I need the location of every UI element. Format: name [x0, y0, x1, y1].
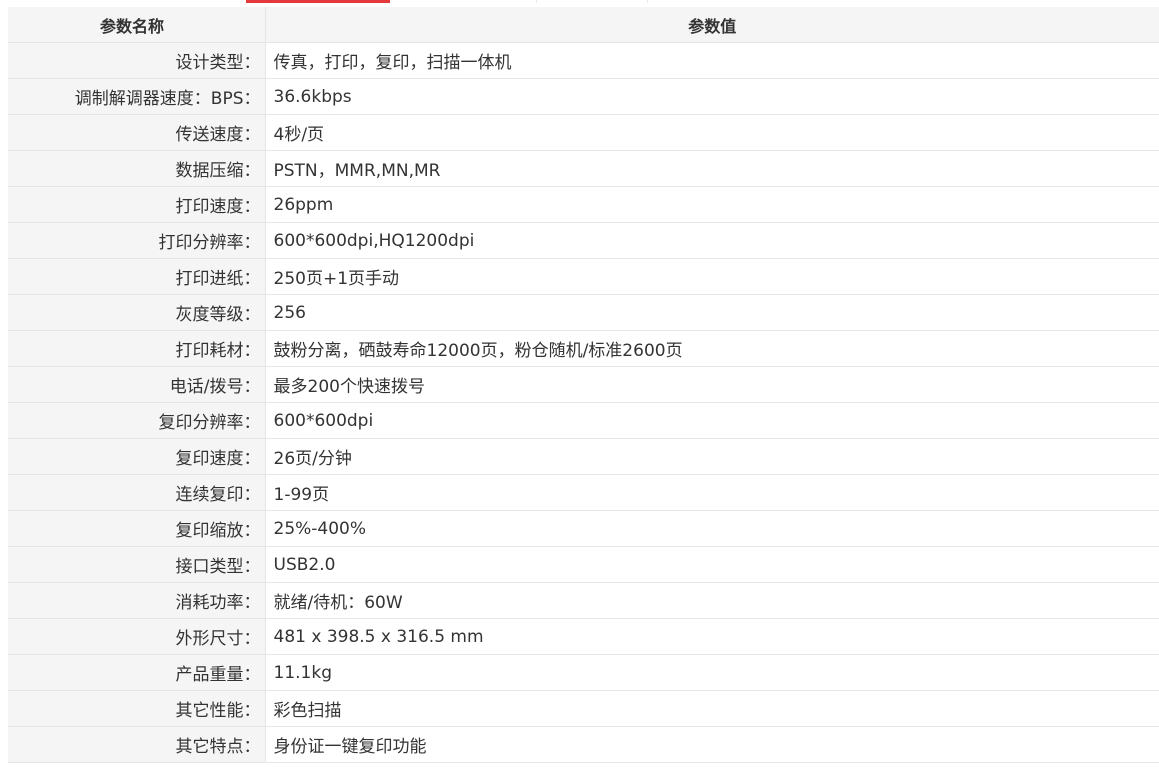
spec-label: 调制解调器速度：BPS：: [8, 78, 266, 115]
table-row: 打印速度： 26ppm: [8, 186, 1159, 223]
spec-value: PSTN，MMR,MN,MR: [265, 150, 1159, 187]
spec-value: USB2.0: [265, 546, 1159, 583]
spec-value: 481 x 398.5 x 316.5 mm: [265, 618, 1159, 655]
spec-label: 打印分辨率：: [8, 222, 266, 259]
spec-label: 外形尺寸：: [8, 618, 266, 655]
spec-value: 256: [265, 294, 1159, 331]
spec-value: 26页/分钟: [265, 438, 1159, 475]
spec-label: 复印速度：: [8, 438, 266, 475]
spec-table: 参数名称 参数值 设计类型： 传真，打印，复印，扫描一体机 调制解调器速度：BPS…: [8, 7, 1159, 763]
table-row: 产品重量： 11.1kg: [8, 654, 1159, 691]
spec-value: 600*600dpi,HQ1200dpi: [265, 222, 1159, 259]
table-row: 灰度等级： 256: [8, 294, 1159, 331]
spec-value: 1-99页: [265, 474, 1159, 511]
spec-label: 传送速度：: [8, 114, 266, 151]
spec-label: 消耗功率：: [8, 582, 266, 619]
spec-label: 产品重量：: [8, 654, 266, 691]
spec-label: 打印耗材：: [8, 330, 266, 367]
spec-label: 复印缩放：: [8, 510, 266, 547]
table-row: 其它性能： 彩色扫描: [8, 690, 1159, 727]
spec-label: 接口类型：: [8, 546, 266, 583]
tab-strip: [0, 0, 1159, 4]
table-row: 传送速度： 4秒/页: [8, 114, 1159, 151]
table-header-row: 参数名称 参数值: [8, 7, 1159, 43]
table-row: 打印进纸： 250页+1页手动: [8, 258, 1159, 295]
spec-value: 4秒/页: [265, 114, 1159, 151]
table-row: 调制解调器速度：BPS： 36.6kbps: [8, 78, 1159, 115]
param-name-header: 参数名称: [8, 7, 266, 43]
table-row: 数据压缩： PSTN，MMR,MN,MR: [8, 150, 1159, 187]
table-row: 其它特点： 身份证一键复印功能: [8, 726, 1159, 763]
spec-table-body: 设计类型： 传真，打印，复印，扫描一体机 调制解调器速度：BPS： 36.6kbps…: [8, 42, 1159, 763]
spec-label: 数据压缩：: [8, 150, 266, 187]
table-row: 接口类型： USB2.0: [8, 546, 1159, 583]
table-row: 连续复印： 1-99页: [8, 474, 1159, 511]
spec-label: 其它特点：: [8, 726, 266, 763]
spec-label: 连续复印：: [8, 474, 266, 511]
spec-label: 打印速度：: [8, 186, 266, 223]
table-row: 打印分辨率： 600*600dpi,HQ1200dpi: [8, 222, 1159, 259]
spec-value: 25%-400%: [265, 510, 1159, 547]
tab-divider: [390, 0, 537, 3]
spec-label: 电话/拨号：: [8, 366, 266, 403]
spec-label: 复印分辨率：: [8, 402, 266, 439]
spec-value: 26ppm: [265, 186, 1159, 223]
spec-value: 最多200个快速拨号: [265, 366, 1159, 403]
table-row: 电话/拨号： 最多200个快速拨号: [8, 366, 1159, 403]
spec-value: 就绪/待机：60W: [265, 582, 1159, 619]
tab-divider: [0, 0, 247, 3]
spec-label: 打印进纸：: [8, 258, 266, 295]
spec-value: 鼓粉分离，硒鼓寿命12000页，粉仓随机/标准2600页: [265, 330, 1159, 367]
table-row: 复印速度： 26页/分钟: [8, 438, 1159, 475]
param-value-header: 参数值: [265, 7, 1159, 43]
spec-value: 250页+1页手动: [265, 258, 1159, 295]
table-row: 复印分辨率： 600*600dpi: [8, 402, 1159, 439]
spec-value: 身份证一键复印功能: [265, 726, 1159, 763]
spec-value: 600*600dpi: [265, 402, 1159, 439]
spec-value: 36.6kbps: [265, 78, 1159, 115]
spec-label: 灰度等级：: [8, 294, 266, 331]
table-row: 打印耗材： 鼓粉分离，硒鼓寿命12000页，粉仓随机/标准2600页: [8, 330, 1159, 367]
table-row: 设计类型： 传真，打印，复印，扫描一体机: [8, 42, 1159, 79]
table-row: 复印缩放： 25%-400%: [8, 510, 1159, 547]
spec-value: 11.1kg: [265, 654, 1159, 691]
table-row: 消耗功率： 就绪/待机：60W: [8, 582, 1159, 619]
spec-label: 其它性能：: [8, 690, 266, 727]
active-tab-indicator: [246, 0, 390, 3]
spec-value: 彩色扫描: [265, 690, 1159, 727]
spec-label: 设计类型：: [8, 42, 266, 79]
tab-divider: [537, 0, 648, 3]
spec-table-container: 参数名称 参数值 设计类型： 传真，打印，复印，扫描一体机 调制解调器速度：BPS…: [8, 7, 1159, 763]
spec-value: 传真，打印，复印，扫描一体机: [265, 42, 1159, 79]
table-row: 外形尺寸： 481 x 398.5 x 316.5 mm: [8, 618, 1159, 655]
